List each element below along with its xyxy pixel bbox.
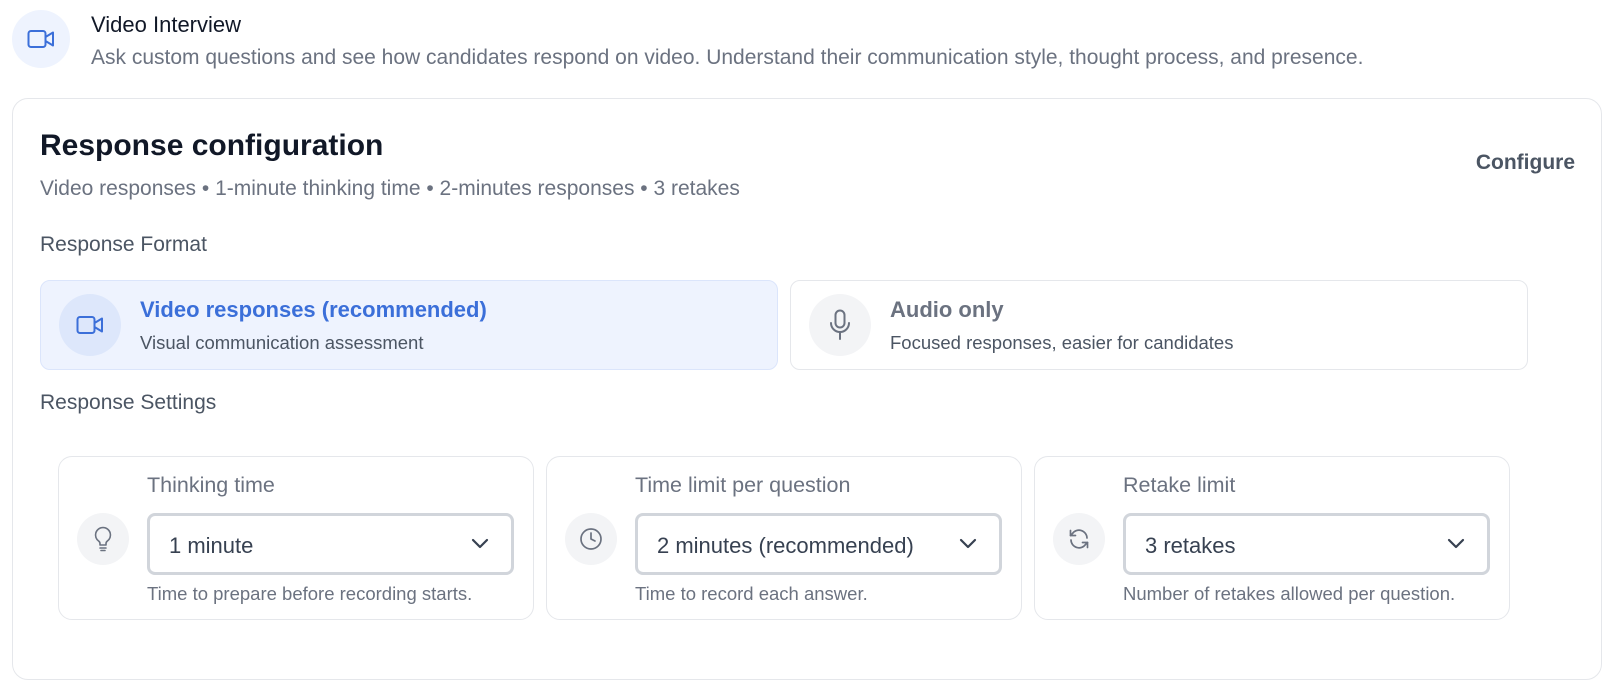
format-option-audio[interactable]: Audio only Focused responses, easier for… xyxy=(790,280,1528,370)
format-option-title: Video responses (recommended) xyxy=(140,297,487,322)
format-option-subtitle: Focused responses, easier for candidates xyxy=(890,332,1234,353)
setting-thinking-time: Thinking time 1 minute Time to prepare b… xyxy=(58,456,534,620)
section-title: Response configuration xyxy=(40,129,384,162)
setting-help-text: Time to record each answer. xyxy=(635,583,868,604)
select-value: 2 minutes (recommended) xyxy=(657,533,914,558)
response-settings-label: Response Settings xyxy=(40,391,217,414)
configure-button[interactable]: Configure xyxy=(1476,151,1575,175)
retake-limit-select[interactable]: 3 retakes xyxy=(1123,513,1490,575)
select-value: 3 retakes xyxy=(1145,533,1236,558)
format-option-subtitle: Visual communication assessment xyxy=(140,332,424,353)
video-camera-icon xyxy=(59,294,121,356)
setting-time-limit: Time limit per question 2 minutes (recom… xyxy=(546,456,1022,620)
chevron-down-icon xyxy=(471,538,489,549)
thinking-time-select[interactable]: 1 minute xyxy=(147,513,514,575)
response-configuration-card: Response configuration Video responses •… xyxy=(12,98,1602,680)
video-camera-icon xyxy=(12,10,70,68)
setting-help-text: Time to prepare before recording starts. xyxy=(147,583,473,604)
setting-label: Time limit per question xyxy=(635,473,851,497)
setting-label: Retake limit xyxy=(1123,473,1236,497)
format-option-title: Audio only xyxy=(890,297,1004,322)
page-title: Video Interview xyxy=(91,12,242,37)
page-description: Ask custom questions and see how candida… xyxy=(91,46,1364,69)
format-option-video[interactable]: Video responses (recommended) Visual com… xyxy=(40,280,778,370)
chevron-down-icon xyxy=(1447,538,1465,549)
select-value: 1 minute xyxy=(169,533,254,558)
refresh-icon xyxy=(1053,513,1105,565)
setting-retake-limit: Retake limit 3 retakes Number of retakes… xyxy=(1034,456,1510,620)
response-format-label: Response Format xyxy=(40,233,207,256)
microphone-icon xyxy=(809,294,871,356)
clock-icon xyxy=(565,513,617,565)
setting-label: Thinking time xyxy=(147,473,275,497)
video-interview-header: Video Interview Ask custom questions and… xyxy=(12,10,1602,80)
time-limit-select[interactable]: 2 minutes (recommended) xyxy=(635,513,1002,575)
setting-help-text: Number of retakes allowed per question. xyxy=(1123,583,1456,604)
configuration-summary: Video responses • 1-minute thinking time… xyxy=(40,177,740,200)
lightbulb-icon xyxy=(77,513,129,565)
chevron-down-icon xyxy=(959,538,977,549)
